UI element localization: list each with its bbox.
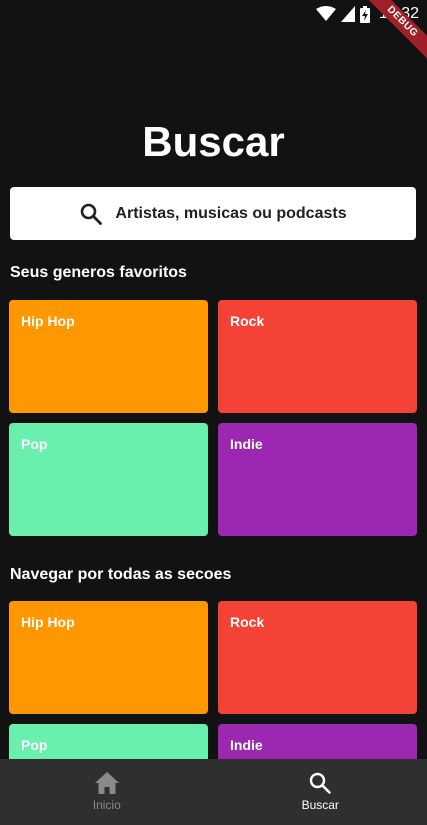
genre-label: Hip Hop <box>21 614 75 630</box>
status-bar: 12:32 DEBUG <box>0 0 427 67</box>
signal-icon <box>340 6 355 22</box>
genre-tile-hip-hop[interactable]: Hip Hop <box>9 300 208 413</box>
genre-tile-rock[interactable]: Rock <box>218 300 417 413</box>
page-title: Buscar <box>142 118 285 165</box>
genre-label: Pop <box>21 436 48 452</box>
home-icon <box>94 772 119 794</box>
search-icon <box>81 203 103 225</box>
favorites-section-title: Seus generos favoritos <box>10 264 187 281</box>
browse-section-title: Navegar por todas as secoes <box>10 566 232 583</box>
nav-label: Inicio <box>92 798 121 812</box>
nav-label: Buscar <box>301 798 339 812</box>
genre-label: Rock <box>230 614 265 630</box>
wifi-icon <box>315 6 336 21</box>
genre-label: Pop <box>21 737 48 753</box>
bottom-nav: Inicio Buscar <box>0 759 427 825</box>
genre-tile-indie[interactable]: Indie <box>218 423 417 536</box>
search-placeholder: Artistas, musicas ou podcasts <box>115 204 347 222</box>
search-input[interactable]: Artistas, musicas ou podcasts <box>10 187 416 240</box>
genre-label: Indie <box>230 737 263 753</box>
search-icon <box>310 772 332 794</box>
nav-item-buscar[interactable]: Buscar <box>214 759 427 825</box>
genre-tile-rock[interactable]: Rock <box>218 601 417 714</box>
nav-item-inicio[interactable]: Inicio <box>0 759 214 825</box>
genre-tile-pop[interactable]: Pop <box>9 423 208 536</box>
genre-label: Hip Hop <box>21 313 75 329</box>
battery-icon <box>359 5 370 23</box>
genre-label: Rock <box>230 313 265 329</box>
genre-label: Indie <box>230 436 263 452</box>
genre-tile-hip-hop[interactable]: Hip Hop <box>9 601 208 714</box>
search-screen: 12:32 DEBUG Buscar Artistas, musicas ou … <box>0 0 427 825</box>
favorites-grid: Hip Hop Rock Pop Indie <box>9 300 417 536</box>
